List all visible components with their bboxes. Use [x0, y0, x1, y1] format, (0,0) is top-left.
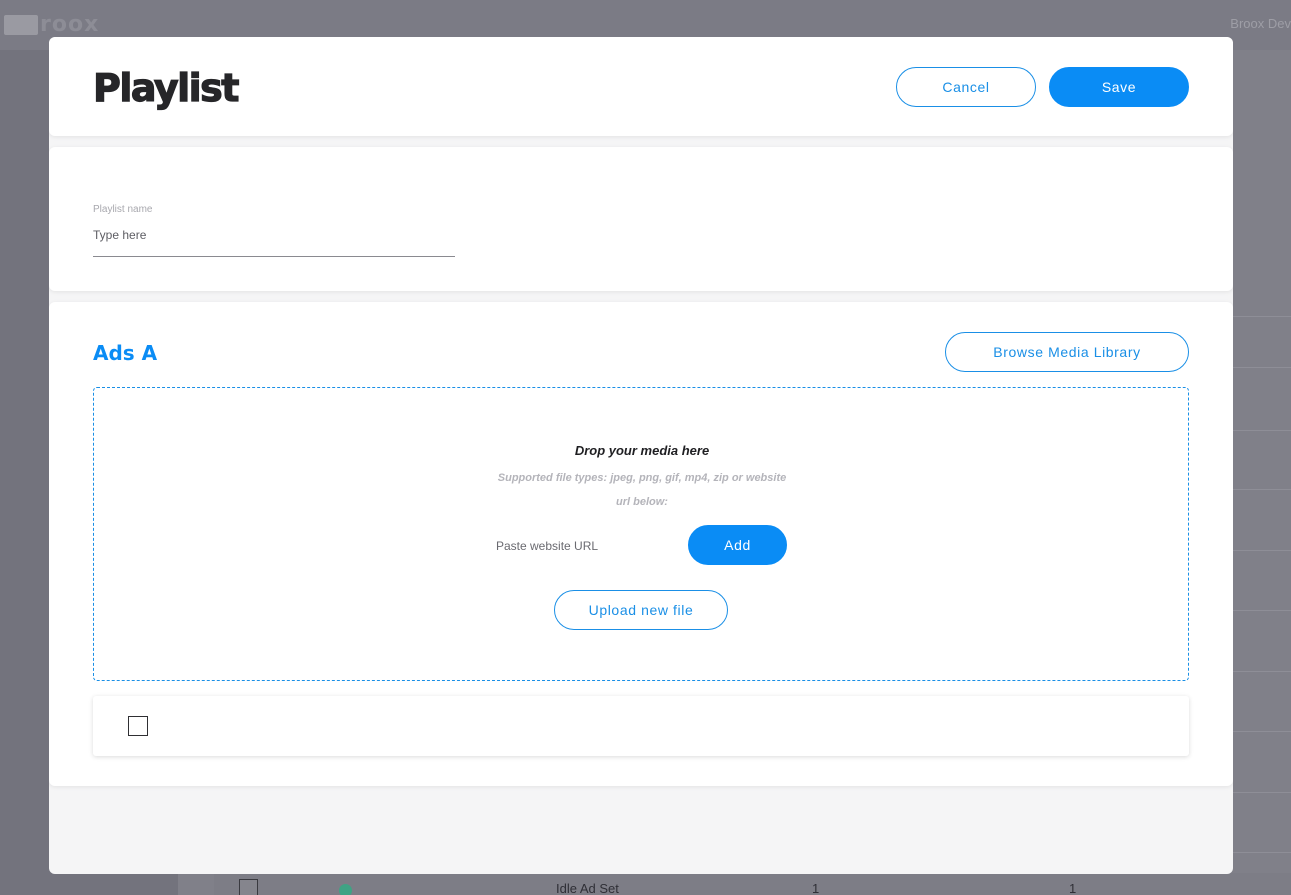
background-user-name: Broox Dev	[1230, 16, 1291, 31]
background-table-row: Idle Ad Set 1 1	[214, 873, 1291, 895]
background-divider	[1233, 489, 1291, 490]
background-divider	[1233, 367, 1291, 368]
ads-section-title: Ads A	[93, 341, 158, 365]
background-row-col-a: 1	[812, 881, 820, 895]
modal-header: Playlist Cancel Save	[49, 37, 1233, 136]
background-divider	[1233, 671, 1291, 672]
save-button[interactable]: Save	[1049, 67, 1189, 107]
background-divider	[1233, 316, 1291, 317]
status-dot-icon	[339, 884, 352, 895]
cancel-button[interactable]: Cancel	[896, 67, 1036, 107]
playlist-name-input[interactable]	[93, 223, 455, 257]
background-divider	[1233, 852, 1291, 853]
logo-text: roox	[40, 12, 100, 37]
add-url-button[interactable]: Add	[688, 525, 787, 565]
dropzone-subtitle: Supported file types: jpeg, png, gif, mp…	[497, 472, 787, 508]
logo-mark-icon	[4, 14, 38, 35]
background-divider	[1233, 792, 1291, 793]
background-divider	[1233, 610, 1291, 611]
website-url-input[interactable]	[496, 530, 676, 562]
upload-new-file-button[interactable]: Upload new file	[554, 590, 728, 630]
media-row-checkbox[interactable]	[128, 716, 148, 736]
ads-section: Ads A Browse Media Library Drop your med…	[49, 302, 1233, 786]
background-divider	[1233, 430, 1291, 431]
playlist-name-label: Playlist name	[93, 204, 153, 215]
modal-title: Playlist	[92, 65, 240, 110]
media-list-row	[93, 696, 1189, 756]
background-row-name: Idle Ad Set	[556, 881, 619, 895]
background-divider	[1233, 550, 1291, 551]
playlist-name-card: Playlist name	[49, 147, 1233, 291]
playlist-modal: Playlist Cancel Save Playlist name Ads A…	[49, 37, 1233, 874]
dropzone-title: Drop your media here	[574, 443, 710, 458]
background-logo: roox	[4, 12, 99, 37]
background-row-checkbox	[239, 879, 258, 895]
browse-media-library-button[interactable]: Browse Media Library	[945, 332, 1189, 372]
background-row-col-b: 1	[1069, 881, 1077, 895]
media-dropzone[interactable]: Drop your media here Supported file type…	[93, 387, 1189, 681]
background-divider	[1233, 731, 1291, 732]
